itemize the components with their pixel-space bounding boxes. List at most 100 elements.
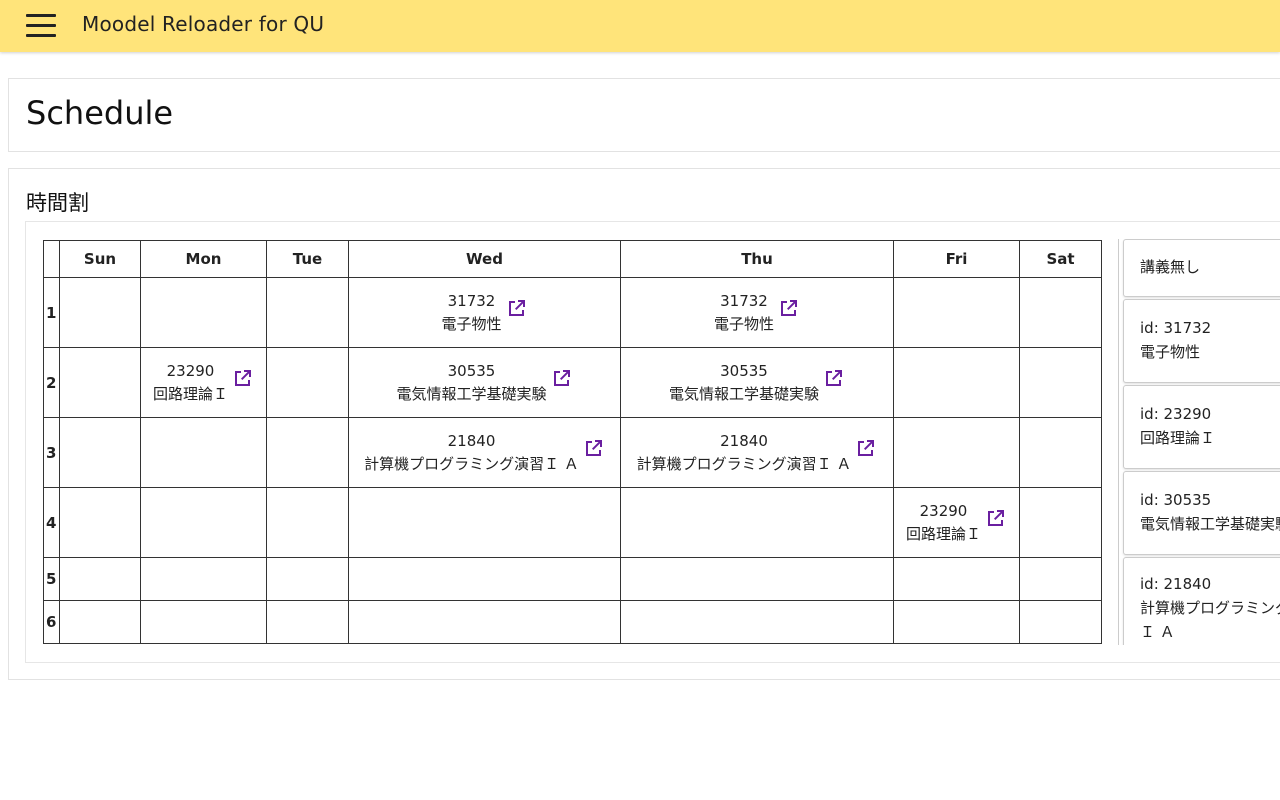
open-in-new-icon[interactable] [855,437,877,459]
slot-cell [893,417,1020,488]
slot-cell [1019,600,1102,644]
slot-cell [266,557,349,601]
slot-cell: 30535 電気情報工学基礎実験 [348,347,621,418]
slot-cell [59,557,141,601]
day-header-tue: Tue [266,240,349,278]
slot-cell [893,600,1020,644]
slot-cell [1019,347,1102,418]
side-item-name: 電気情報工学基礎実験 [1140,515,1280,533]
course-name: 計算機プログラミング演習Ｉ Ａ [364,454,579,473]
course-name: 電気情報工学基礎実験 [396,384,547,403]
slot-cell [1019,557,1102,601]
slot-cell: 30535 電気情報工学基礎実験 [620,347,894,418]
slot-cell [1019,487,1102,558]
slot-cell [59,347,141,418]
page-title: Schedule [26,94,174,132]
period-label: 1 [43,277,60,348]
period-label: 6 [43,600,60,644]
course-id: 31732 [720,291,768,310]
period-row-4: 4 23290 回路理論Ｉ [43,487,1102,558]
period-row-1: 1 31732 電子物性 31732 電子物性 [43,277,1102,348]
day-header-sun: Sun [59,240,141,278]
slot-cell [140,417,267,488]
app-title: Moodel Reloader for QU [82,12,325,36]
slot-cell [59,417,141,488]
slot-cell [59,487,141,558]
course-entry: 31732 電子物性 [441,290,501,336]
period-row-5: 5 [43,557,1102,601]
course-side-list[interactable]: 講義無し id: 31732 電子物性 id: 23290 回路理論Ｉ id: … [1118,239,1280,645]
slot-cell [348,600,621,644]
slot-cell [620,557,894,601]
side-item-id: id: 23290 [1140,405,1212,423]
slot-cell [140,277,267,348]
page-title-card: Schedule [8,78,1280,152]
slot-cell [893,557,1020,601]
course-name: 回路理論Ｉ [905,524,981,543]
slot-cell [1019,417,1102,488]
side-item-course[interactable]: id: 30535 電気情報工学基礎実験 [1123,471,1280,555]
side-item-name: 電子物性 [1140,343,1201,361]
slot-cell [348,557,621,601]
timetable-header-row: Sun Mon Tue Wed Thu Fri Sat [43,240,1102,278]
hamburger-icon-bar [26,14,56,17]
slot-cell: 21840 計算機プログラミング演習Ｉ Ａ [620,417,894,488]
period-row-2: 2 23290 回路理論Ｉ 30535 電気情報工学基礎実験 30535 電気情… [43,347,1102,418]
slot-cell [266,487,349,558]
timetable: Sun Mon Tue Wed Thu Fri Sat 1 31732 電子物性 [43,240,1102,644]
slot-cell [620,600,894,644]
open-in-new-icon[interactable] [583,437,605,459]
open-in-new-icon[interactable] [778,297,800,319]
course-id: 23290 [166,361,215,380]
side-item-course[interactable]: id: 23290 回路理論Ｉ [1123,385,1280,469]
period-row-3: 3 21840 計算機プログラミング演習Ｉ Ａ 21840 計算機プログラミング… [43,417,1102,488]
course-entry: 21840 計算機プログラミング演習Ｉ Ａ [637,430,852,476]
course-name: 電子物性 [441,314,502,333]
slot-cell [59,277,141,348]
slot-cell [140,600,267,644]
course-entry: 23290 回路理論Ｉ [906,500,981,546]
section-title: 時間割 [26,191,89,215]
open-in-new-icon[interactable] [232,367,254,389]
period-row-6: 6 [43,600,1102,644]
slot-cell [1019,277,1102,348]
side-item-name-cont: Ｉ Ａ [1140,623,1175,641]
open-in-new-icon[interactable] [551,367,573,389]
course-entry: 31732 電子物性 [714,290,774,336]
hamburger-menu-button[interactable] [18,10,64,42]
side-item-label: 講義無し [1140,258,1201,276]
open-in-new-icon[interactable] [985,507,1007,529]
course-name: 電子物性 [713,314,774,333]
side-item-course[interactable]: id: 31732 電子物性 [1123,299,1280,383]
slot-cell: 21840 計算機プログラミング演習Ｉ Ａ [348,417,621,488]
corner-cell [43,240,60,278]
slot-cell [348,487,621,558]
open-in-new-icon[interactable] [506,297,528,319]
course-entry: 21840 計算機プログラミング演習Ｉ Ａ [364,430,579,476]
course-name: 計算機プログラミング演習Ｉ Ａ [636,454,852,473]
hamburger-icon-bar [26,24,56,27]
side-item-id: id: 21840 [1140,575,1212,593]
day-header-sat: Sat [1019,240,1102,278]
course-id: 21840 [720,431,768,450]
course-entry: 30535 電気情報工学基礎実験 [396,360,546,406]
schedule-card: 時間割 Sun Mon Tue Wed Thu Fri Sat 1 31732 … [8,168,1280,680]
open-in-new-icon[interactable] [823,367,845,389]
course-id: 30535 [447,361,496,380]
side-item-no-lecture[interactable]: 講義無し [1123,239,1280,297]
side-item-name: 計算機プログラミング演習 [1140,599,1280,617]
slot-cell [266,347,349,418]
slot-cell [620,487,894,558]
course-name: 回路理論Ｉ [152,384,228,403]
side-item-name: 回路理論Ｉ [1140,429,1216,447]
slot-cell [140,557,267,601]
slot-cell [266,600,349,644]
slot-cell [893,277,1020,348]
app-bar: Moodel Reloader for QU [0,0,1280,52]
day-header-wed: Wed [348,240,621,278]
slot-cell [59,600,141,644]
slot-cell: 31732 電子物性 [348,277,621,348]
period-label: 2 [43,347,60,418]
side-item-id: id: 30535 [1140,491,1212,509]
side-item-course[interactable]: id: 21840 計算機プログラミング演習 Ｉ Ａ [1123,557,1280,645]
